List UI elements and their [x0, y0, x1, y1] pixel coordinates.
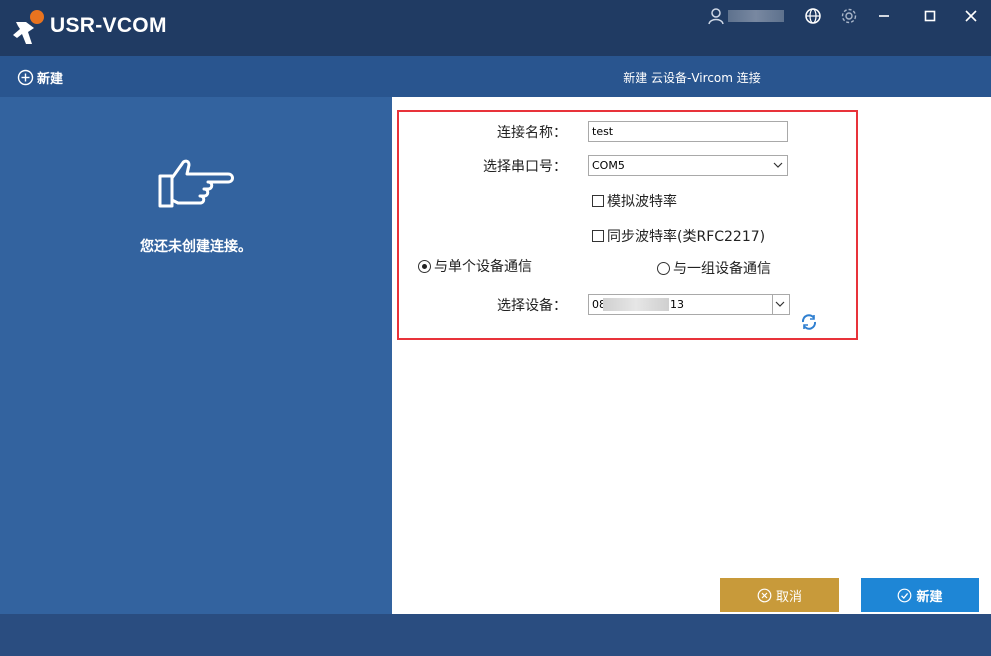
dialog-title: 新建 云设备-Vircom 连接	[623, 71, 761, 85]
pointing-hand-icon	[158, 159, 234, 208]
status-bar	[0, 614, 991, 656]
plus-circle-icon	[17, 69, 34, 86]
checkbox-box	[592, 230, 604, 242]
radio-device-group[interactable]: 与一组设备通信	[657, 258, 771, 278]
radio-single-device[interactable]: 与单个设备通信	[418, 256, 532, 276]
empty-state-message: 您还未创建连接。	[140, 239, 252, 255]
check-circle-icon	[898, 588, 912, 602]
connection-list-panel: 您还未创建连接。	[0, 97, 392, 614]
new-connection-button[interactable]: 新建	[17, 68, 63, 87]
minimize-icon[interactable]	[874, 6, 894, 26]
device-select[interactable]: 08 13	[588, 294, 790, 315]
sync-baud-checkbox[interactable]: 同步波特率(类RFC2217)	[592, 226, 765, 246]
gear-icon[interactable]	[839, 6, 859, 26]
close-icon[interactable]	[961, 6, 981, 26]
user-name-masked	[728, 10, 784, 22]
app-title: USR-VCOM	[50, 14, 167, 37]
serial-port-value: COM5	[592, 159, 625, 172]
cancel-button[interactable]: 取消	[720, 578, 839, 612]
create-button[interactable]: 新建	[861, 578, 979, 612]
connection-form-panel: 连接名称： 选择串口号： COM5 模拟波特率 同步波特率(类RFC2217) …	[392, 97, 991, 614]
toolbar: 新建 新建 云设备-Vircom 连接	[0, 56, 991, 97]
form-highlight-box: 连接名称： 选择串口号： COM5 模拟波特率 同步波特率(类RFC2217) …	[397, 110, 858, 340]
app-logo-icon	[13, 10, 44, 44]
device-value-suffix: 13	[670, 298, 684, 311]
create-button-label: 新建	[916, 589, 943, 605]
refresh-icon[interactable]	[800, 313, 818, 331]
serial-port-label: 选择串口号：	[483, 159, 567, 175]
radio-group-label: 与一组设备通信	[673, 261, 771, 277]
radio-dot-selected	[418, 259, 431, 273]
device-label: 选择设备：	[497, 298, 567, 314]
globe-icon[interactable]	[803, 6, 823, 26]
cancel-circle-icon	[757, 588, 772, 602]
maximize-icon[interactable]	[920, 6, 940, 26]
cancel-button-label: 取消	[775, 589, 802, 605]
simulate-baud-label: 模拟波特率	[607, 194, 677, 210]
connection-name-input[interactable]	[588, 121, 788, 142]
chevron-down-icon	[775, 301, 785, 307]
simulate-baud-checkbox[interactable]: 模拟波特率	[592, 191, 677, 211]
radio-single-label: 与单个设备通信	[434, 259, 532, 275]
checkbox-box	[592, 195, 604, 207]
user-icon[interactable]	[706, 6, 726, 26]
device-id-masked	[603, 298, 669, 311]
chevron-down-icon	[773, 162, 783, 168]
serial-port-select[interactable]: COM5	[588, 155, 788, 176]
new-connection-label: 新建	[37, 72, 64, 87]
sync-baud-label: 同步波特率(类RFC2217)	[607, 229, 766, 245]
title-bar: USR-VCOM	[0, 0, 991, 56]
radio-dot	[657, 261, 670, 275]
connection-name-label: 连接名称：	[497, 125, 567, 141]
